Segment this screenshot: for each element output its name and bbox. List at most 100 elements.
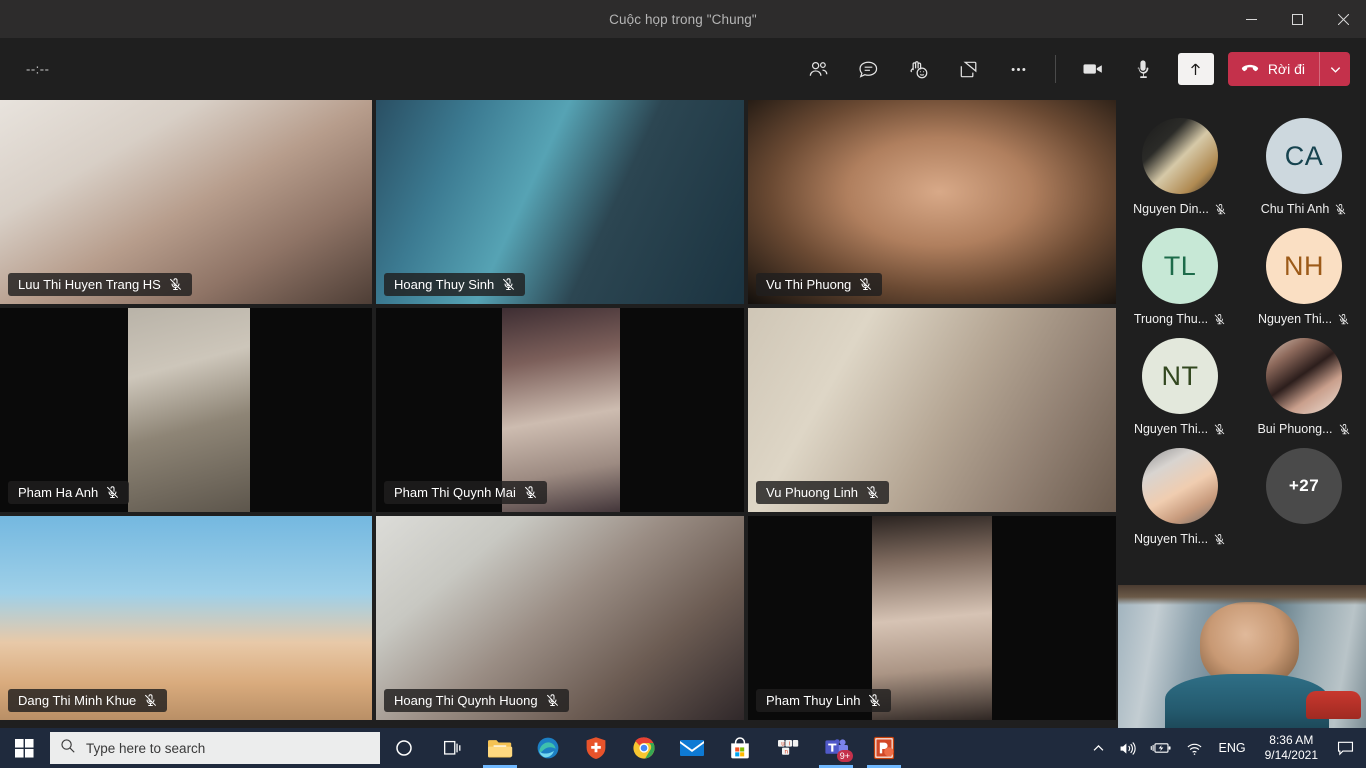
overflow-count: +27 bbox=[1266, 448, 1342, 524]
roster-participant[interactable]: NT Nguyen Thi... bbox=[1118, 338, 1242, 448]
video-tile[interactable]: Pham Thi Quynh Mai bbox=[376, 308, 744, 512]
battery-charging-icon[interactable] bbox=[1143, 728, 1179, 768]
self-video-preview[interactable] bbox=[1118, 585, 1366, 728]
video-tile[interactable]: Vu Thi Phuong bbox=[748, 100, 1116, 304]
close-button[interactable] bbox=[1320, 0, 1366, 38]
microphone-muted-icon bbox=[168, 277, 183, 292]
start-button[interactable] bbox=[0, 728, 48, 768]
search-input[interactable]: Type here to search bbox=[50, 732, 380, 764]
avatar-initials-text: TL bbox=[1163, 250, 1197, 281]
clock-date: 9/14/2021 bbox=[1264, 748, 1318, 762]
roster-participant[interactable]: CA Chu Thi Anh bbox=[1242, 118, 1366, 228]
svg-text:u: u bbox=[781, 740, 785, 747]
taskbar-app-file-explorer[interactable] bbox=[476, 728, 524, 768]
microphone-muted-icon bbox=[1338, 423, 1351, 436]
taskbar-app-chrome[interactable] bbox=[620, 728, 668, 768]
cortana-icon[interactable] bbox=[380, 728, 428, 768]
camera-icon[interactable] bbox=[1070, 49, 1116, 89]
search-icon bbox=[60, 738, 76, 759]
chat-icon[interactable] bbox=[845, 49, 891, 89]
avatar-initials: CA bbox=[1266, 118, 1342, 194]
taskbar-app-unikey[interactable]: u i n bbox=[764, 728, 812, 768]
roster-participant[interactable]: TL Truong Thu... bbox=[1118, 228, 1242, 338]
wifi-icon[interactable] bbox=[1179, 728, 1210, 768]
roster-participant[interactable]: NH Nguyen Thi... bbox=[1242, 228, 1366, 338]
upload-icon[interactable] bbox=[1177, 53, 1214, 85]
avatar-photo bbox=[1142, 448, 1218, 524]
meeting-toolbar: --:-- Rời đi bbox=[0, 38, 1366, 100]
volume-icon[interactable] bbox=[1112, 728, 1143, 768]
taskbar-app-teams[interactable]: 9+ bbox=[812, 728, 860, 768]
leave-button-label: Rời đi bbox=[1267, 61, 1305, 77]
participant-name-badge: Vu Phuong Linh bbox=[756, 481, 890, 504]
leave-button-main[interactable]: Rời đi bbox=[1228, 52, 1319, 86]
more-actions-icon[interactable] bbox=[995, 49, 1041, 89]
notifications-icon[interactable] bbox=[1328, 728, 1362, 768]
video-tile[interactable]: Dang Thi Minh Khue bbox=[0, 516, 372, 720]
hangup-icon bbox=[1240, 58, 1260, 81]
roster-participant-name: Nguyen Thi... bbox=[1257, 312, 1333, 326]
roster-participant[interactable]: Bui Phuong... bbox=[1242, 338, 1366, 448]
participant-roster: Nguyen Din... CA Chu Thi Anh TL Truong Thu..… bbox=[1118, 100, 1366, 585]
svg-text:n: n bbox=[785, 748, 789, 755]
roster-participant-name: Truong Thu... bbox=[1133, 312, 1209, 326]
taskbar-app-edge[interactable] bbox=[524, 728, 572, 768]
microphone-icon[interactable] bbox=[1120, 49, 1166, 89]
title-bar: Cuộc họp trong "Chung" bbox=[0, 0, 1366, 38]
participant-name: Hoang Thi Quynh Huong bbox=[394, 693, 538, 708]
taskbar-app-store[interactable] bbox=[716, 728, 764, 768]
window-title: Cuộc họp trong "Chung" bbox=[609, 11, 757, 27]
maximize-button[interactable] bbox=[1274, 0, 1320, 38]
microphone-muted-icon bbox=[858, 277, 873, 292]
clock[interactable]: 8:36 AM 9/14/2021 bbox=[1255, 733, 1328, 763]
share-screen-icon[interactable] bbox=[945, 49, 991, 89]
video-tile[interactable]: Hoang Thi Quynh Huong bbox=[376, 516, 744, 720]
video-tile[interactable]: Pham Ha Anh bbox=[0, 308, 372, 512]
roster-participant[interactable]: Nguyen Din... bbox=[1118, 118, 1242, 228]
leave-button[interactable]: Rời đi bbox=[1227, 52, 1350, 86]
avatar-initials-text: NT bbox=[1161, 360, 1199, 391]
overflow-count-text: +27 bbox=[1288, 476, 1320, 495]
video-tile[interactable]: Pham Thuy Linh bbox=[748, 516, 1116, 720]
video-tile[interactable]: Luu Thi Huyen Trang HS bbox=[0, 100, 372, 304]
taskbar-app-security[interactable] bbox=[572, 728, 620, 768]
roster-label: Nguyen Din... bbox=[1133, 202, 1227, 216]
roster-overflow-badge[interactable]: +27 bbox=[1242, 448, 1366, 558]
participant-name: Hoang Thuy Sinh bbox=[394, 277, 495, 292]
microphone-muted-icon bbox=[1213, 533, 1226, 546]
taskbar-app-powerpoint[interactable] bbox=[860, 728, 908, 768]
avatar-initials-text: NH bbox=[1284, 250, 1324, 281]
language-indicator[interactable]: ENG bbox=[1210, 741, 1255, 755]
video-tile[interactable]: Vu Phuong Linh bbox=[748, 308, 1116, 512]
taskbar-app-mail[interactable] bbox=[668, 728, 716, 768]
avatar-initials-text: CA bbox=[1284, 140, 1324, 171]
roster-label: Truong Thu... bbox=[1134, 312, 1226, 326]
windows-taskbar: Type here to search u i n 9+ ENG 8:36 AM… bbox=[0, 728, 1366, 768]
minimize-button[interactable] bbox=[1228, 0, 1274, 38]
toolbar-divider bbox=[1055, 55, 1056, 83]
roster-label: Nguyen Thi... bbox=[1258, 312, 1350, 326]
chevron-down-icon[interactable] bbox=[1320, 52, 1350, 86]
roster-participant[interactable]: Nguyen Thi... bbox=[1118, 448, 1242, 558]
toolbar-controls bbox=[795, 38, 1166, 100]
microphone-muted-icon bbox=[545, 693, 560, 708]
roster-participant-name: Nguyen Din... bbox=[1133, 202, 1209, 216]
participant-name-badge: Dang Thi Minh Khue bbox=[8, 689, 168, 712]
microphone-muted-icon bbox=[865, 485, 880, 500]
participant-name-badge: Luu Thi Huyen Trang HS bbox=[8, 273, 192, 296]
participant-name-badge: Hoang Thi Quynh Huong bbox=[384, 689, 569, 712]
people-icon[interactable] bbox=[795, 49, 841, 89]
avatar-initials: TL bbox=[1142, 228, 1218, 304]
roster-participant-name: Bui Phuong... bbox=[1257, 422, 1333, 436]
video-tile[interactable]: Hoang Thuy Sinh bbox=[376, 100, 744, 304]
reactions-icon[interactable] bbox=[895, 49, 941, 89]
participant-name-badge: Pham Ha Anh bbox=[8, 481, 130, 504]
roster-participant-name: Chu Thi Anh bbox=[1260, 202, 1330, 216]
participant-name: Pham Thuy Linh bbox=[766, 693, 861, 708]
microphone-muted-icon bbox=[1337, 313, 1350, 326]
video-stage: Luu Thi Huyen Trang HS Hoang Thuy Sinh Vu … bbox=[0, 100, 1118, 728]
roster-label: Bui Phuong... bbox=[1257, 422, 1350, 436]
show-hidden-icons-icon[interactable] bbox=[1085, 728, 1112, 768]
task-view-icon[interactable] bbox=[428, 728, 476, 768]
video-feed bbox=[128, 308, 250, 512]
